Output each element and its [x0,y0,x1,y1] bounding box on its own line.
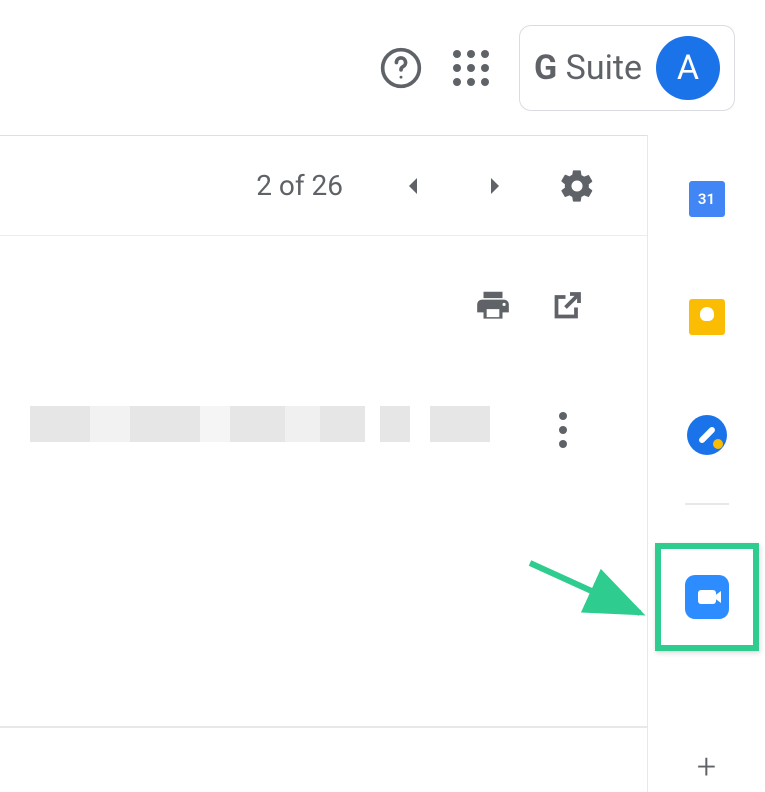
header-bar: G Suite A [0,0,765,135]
more-options-button[interactable] [559,406,567,454]
gsuite-label: G Suite [534,48,642,88]
avatar[interactable]: A [656,36,720,100]
account-chip[interactable]: G Suite A [519,25,735,111]
zoom-addon-highlight [655,543,759,651]
toolbar: 2 of 26 [0,136,647,236]
tasks-app-icon[interactable] [687,415,727,455]
open-new-window-button[interactable] [547,286,587,326]
divider [0,726,647,728]
pagination-text: 2 of 26 [256,169,343,202]
print-button[interactable] [473,286,513,326]
main-content: 2 of 26 [0,135,647,792]
help-icon[interactable] [379,46,423,90]
keep-app-icon[interactable] [687,297,727,337]
next-button[interactable] [475,166,515,206]
add-addon-button[interactable]: + [697,747,716,787]
side-panel-divider [685,503,729,505]
redacted-content [0,406,512,442]
side-panel: 31 + [647,135,765,792]
calendar-app-icon[interactable]: 31 [687,179,727,219]
message-toolbar [0,236,647,376]
prev-button[interactable] [393,166,433,206]
settings-button[interactable] [557,166,597,206]
apps-grid-icon[interactable] [453,50,489,86]
zoom-app-icon[interactable] [685,575,729,619]
